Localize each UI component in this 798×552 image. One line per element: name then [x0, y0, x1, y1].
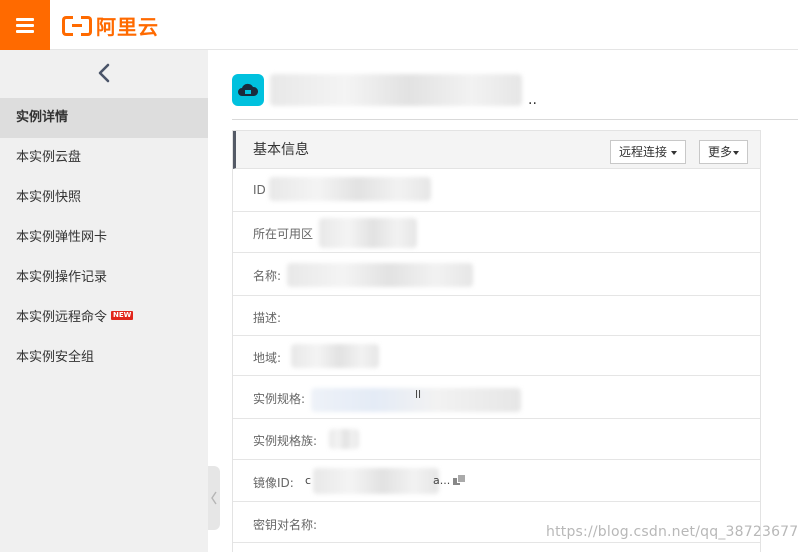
remote-connect-button[interactable]: 远程连接 — [610, 140, 687, 164]
row-label: 名称: — [253, 269, 282, 283]
info-row-id: ID — [233, 169, 760, 212]
copy-icon[interactable] — [453, 474, 466, 486]
cloud-server-icon — [232, 74, 264, 106]
sidebar-expand-handle[interactable] — [208, 466, 220, 530]
sidebar: 实例详情 本实例云盘 本实例快照 本实例弹性网卡 本实例操作记录 本实例远程命令… — [0, 50, 208, 552]
chevron-left-icon — [211, 491, 217, 505]
new-badge: NEW — [111, 311, 134, 320]
watermark: https://blog.csdn.net/qq_38723677 — [546, 524, 798, 540]
sidebar-item-remote-commands[interactable]: 本实例远程命令 NEW — [0, 298, 208, 338]
caret-down-icon — [671, 150, 678, 155]
more-button[interactable]: 更多 — [699, 140, 749, 164]
redacted-value — [313, 468, 439, 494]
logo-text: 阿里云 — [96, 14, 159, 39]
more-label: 更多 — [708, 145, 733, 159]
sidebar-item-label: 本实例云盘 — [16, 150, 82, 165]
sidebar-collapse-button[interactable] — [0, 50, 208, 96]
row-label: ID — [253, 183, 266, 197]
redacted-value — [269, 177, 431, 201]
info-row-image-id: 镜像ID: c a... — [233, 460, 760, 502]
top-bar: 阿里云 — [0, 0, 798, 50]
sidebar-item-label: 本实例弹性网卡 — [16, 230, 108, 245]
hamburger-menu-icon — [16, 18, 34, 33]
sidebar-item-snapshots[interactable]: 本实例快照 — [0, 178, 208, 218]
info-row-instance-family: 实例规格族: — [233, 419, 760, 460]
panel-header: 基本信息 远程连接 更多 — [233, 131, 760, 169]
sidebar-item-label: 实例详情 — [16, 110, 69, 125]
redacted-value — [287, 263, 473, 287]
value-fragment-start: c — [305, 474, 312, 487]
value-fragment-end: a... — [433, 474, 451, 487]
row-label: 地域: — [253, 351, 282, 365]
sidebar-item-eni[interactable]: 本实例弹性网卡 — [0, 218, 208, 258]
aliyun-logo-icon — [62, 16, 92, 36]
sidebar-item-label: 本实例操作记录 — [16, 270, 108, 285]
info-row-name: 名称: — [233, 253, 760, 296]
row-label: 密钥对名称: — [253, 518, 318, 532]
sidebar-item-disks[interactable]: 本实例云盘 — [0, 138, 208, 178]
info-row-zone: 所在可用区 — [233, 212, 760, 253]
row-label: 镜像ID: — [253, 476, 294, 490]
info-row-description: 描述: — [233, 296, 760, 336]
info-row-region: 地域: — [233, 336, 760, 376]
basic-info-panel: 基本信息 远程连接 更多 ID 所在可用区 名称: 描述: 地域: 实例规格: … — [232, 130, 761, 552]
caret-down-icon — [733, 150, 740, 155]
aliyun-logo[interactable]: 阿里云 — [62, 12, 159, 39]
chevron-left-icon — [98, 63, 110, 83]
sidebar-item-label: 本实例远程命令 — [16, 310, 108, 325]
sidebar-item-label: 本实例安全组 — [16, 350, 95, 365]
redacted-value — [319, 218, 417, 248]
sidebar-item-label: 本实例快照 — [16, 190, 82, 205]
redacted-instance-name — [270, 74, 522, 106]
redacted-value — [329, 429, 359, 449]
instance-name-ellipsis: .. — [528, 92, 537, 108]
row-label: 所在可用区 — [253, 227, 314, 241]
hamburger-menu-button[interactable] — [0, 0, 50, 50]
sidebar-item-instance-details[interactable]: 实例详情 — [0, 98, 208, 138]
row-label: 实例规格: — [253, 392, 306, 406]
remote-connect-label: 远程连接 — [619, 145, 668, 159]
sidebar-item-operation-log[interactable]: 本实例操作记录 — [0, 258, 208, 298]
redacted-value — [291, 344, 379, 368]
value-fragment: ll — [415, 388, 422, 401]
panel-title: 基本信息 — [253, 142, 309, 158]
instance-header: .. — [232, 72, 798, 120]
row-label: 描述: — [253, 311, 282, 325]
info-row-instance-type: 实例规格: ll — [233, 376, 760, 419]
row-label: 实例规格族: — [253, 434, 318, 448]
sidebar-item-security-group[interactable]: 本实例安全组 — [0, 338, 208, 378]
